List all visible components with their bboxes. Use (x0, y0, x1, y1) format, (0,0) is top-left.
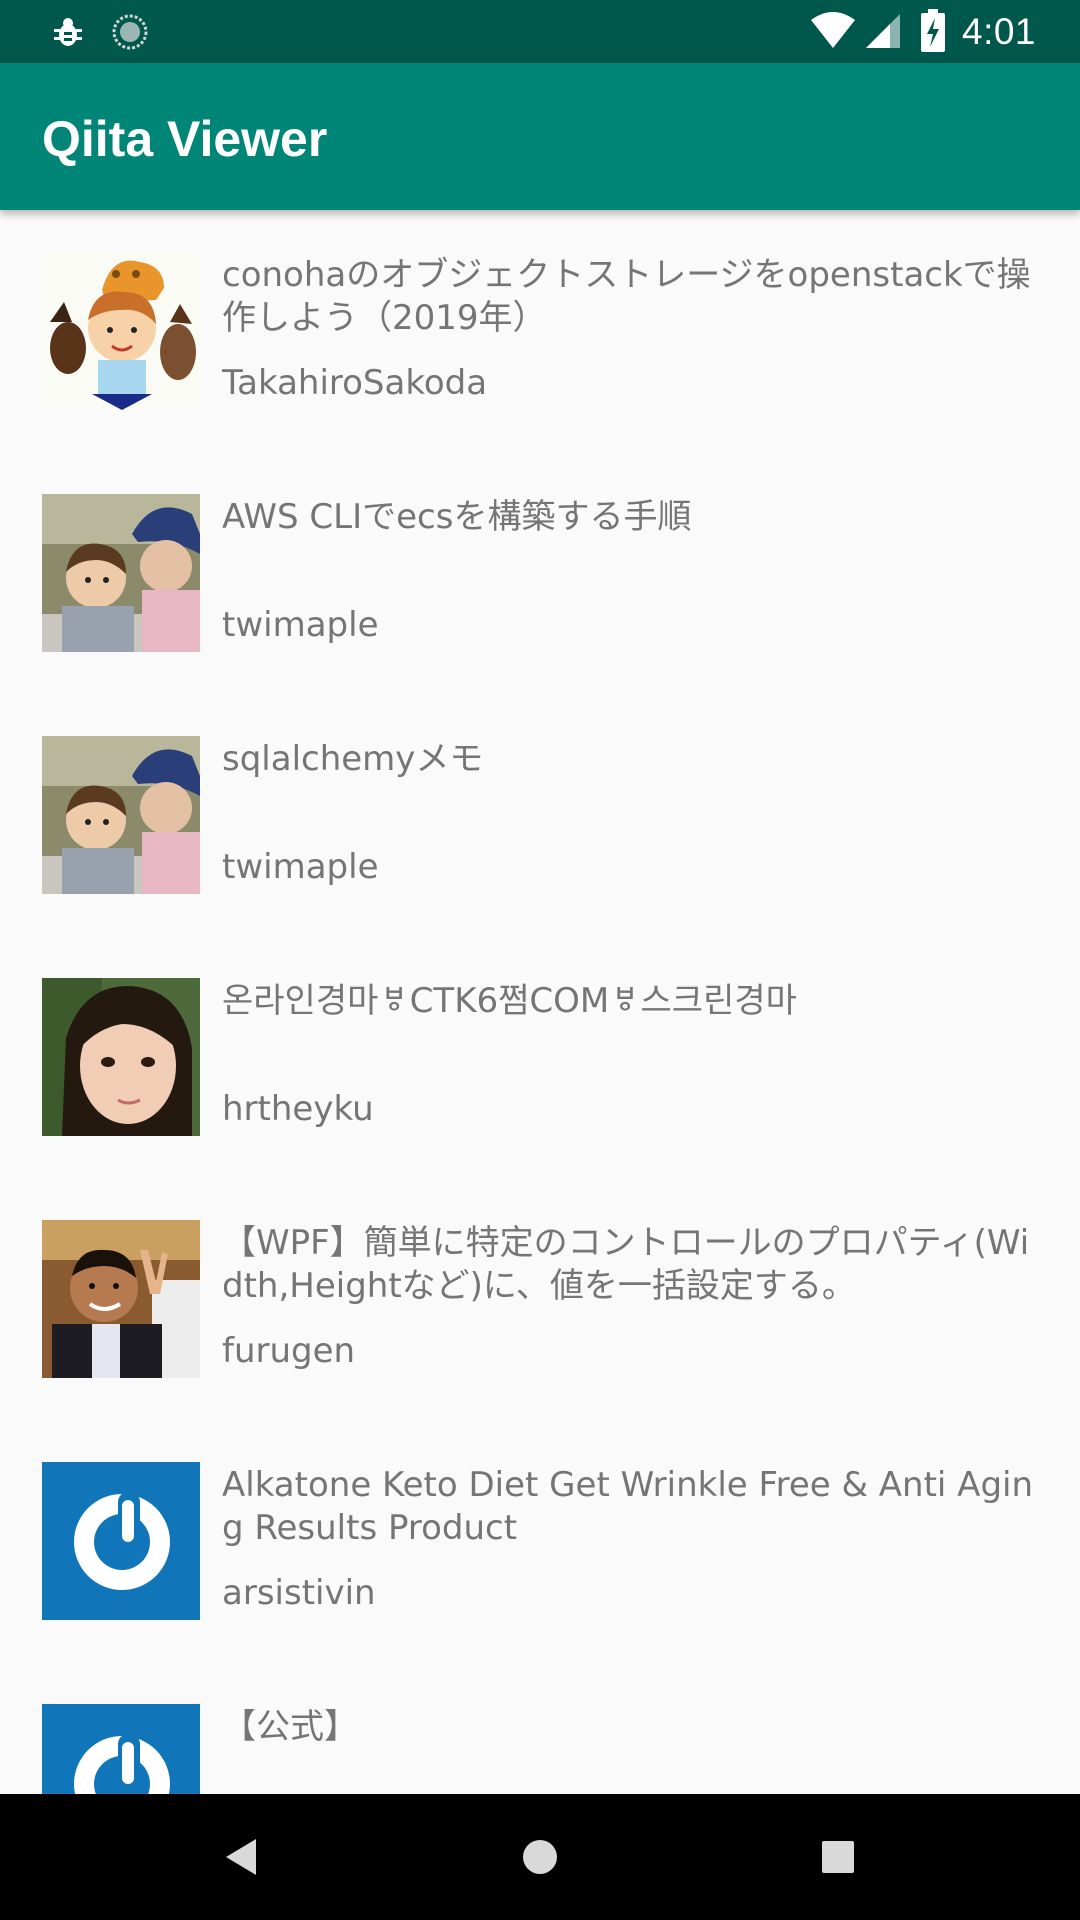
status-bar: 4:01 (0, 0, 1080, 63)
article-title: conohaのオブジェクトストレージをopenstackで操作しよう（2019年… (222, 255, 1031, 338)
article-title: 【公式】 (222, 1707, 358, 1747)
user-avatar (42, 494, 200, 652)
article-title: 【WPF】簡単に特定のコントロールのプロパティ(Width,Heightなど)に… (222, 1223, 1030, 1306)
app-bar: Qiita Viewer (0, 63, 1080, 210)
default-avatar (42, 1462, 200, 1620)
user-avatar (42, 736, 200, 894)
recents-icon[interactable] (808, 1827, 868, 1887)
article-title: sqlalchemyメモ (222, 739, 484, 779)
app-title: Qiita Viewer (42, 111, 328, 167)
back-icon[interactable] (212, 1827, 272, 1887)
list-item[interactable]: conohaのオブジェクトストレージをopenstackで操作しよう（2019年… (0, 210, 1080, 452)
article-title: Alkatone Keto Diet Get Wrinkle Free & An… (222, 1465, 1034, 1548)
article-list[interactable]: conohaのオブジェクトストレージをopenstackで操作しよう（2019年… (0, 210, 1080, 1794)
sync-icon (112, 14, 148, 50)
battery-charging-icon (921, 9, 945, 52)
list-item[interactable]: 온라인경마ㅸCTK6쩜COMㅸ스크린경마 hrtheyku (0, 936, 1080, 1178)
user-avatar (42, 252, 200, 410)
user-avatar (42, 1220, 200, 1378)
home-icon[interactable] (510, 1827, 570, 1887)
wifi-icon (811, 12, 855, 48)
article-author: arsistivin (222, 1573, 376, 1613)
article-author: twimaple (222, 605, 379, 645)
list-item[interactable]: 【公式】 (0, 1662, 1080, 1794)
signal-icon (866, 14, 900, 48)
article-author: hrtheyku (222, 1089, 374, 1129)
article-author: furugen (222, 1331, 356, 1371)
list-item[interactable]: sqlalchemyメモ twimaple (0, 694, 1080, 936)
status-time: 4:01 (962, 11, 1037, 52)
list-item[interactable]: 【WPF】簡単に特定のコントロールのプロパティ(Width,Heightなど)に… (0, 1178, 1080, 1420)
article-author: TakahiroSakoda (222, 363, 488, 403)
screen: 4:01 Qiita Viewer conohaのオブジェクトストレージをope… (0, 0, 1080, 1920)
debug-icon (54, 18, 82, 46)
list-item[interactable]: Alkatone Keto Diet Get Wrinkle Free & An… (0, 1420, 1080, 1662)
default-avatar (42, 1704, 200, 1794)
article-title: 온라인경마ㅸCTK6쩜COMㅸ스크린경마 (222, 981, 797, 1021)
article-author: twimaple (222, 847, 379, 887)
article-title: AWS CLIでecsを構築する手順 (222, 497, 692, 537)
user-avatar (42, 978, 200, 1136)
navigation-bar (0, 1794, 1080, 1920)
list-item[interactable]: AWS CLIでecsを構築する手順 twimaple (0, 452, 1080, 694)
